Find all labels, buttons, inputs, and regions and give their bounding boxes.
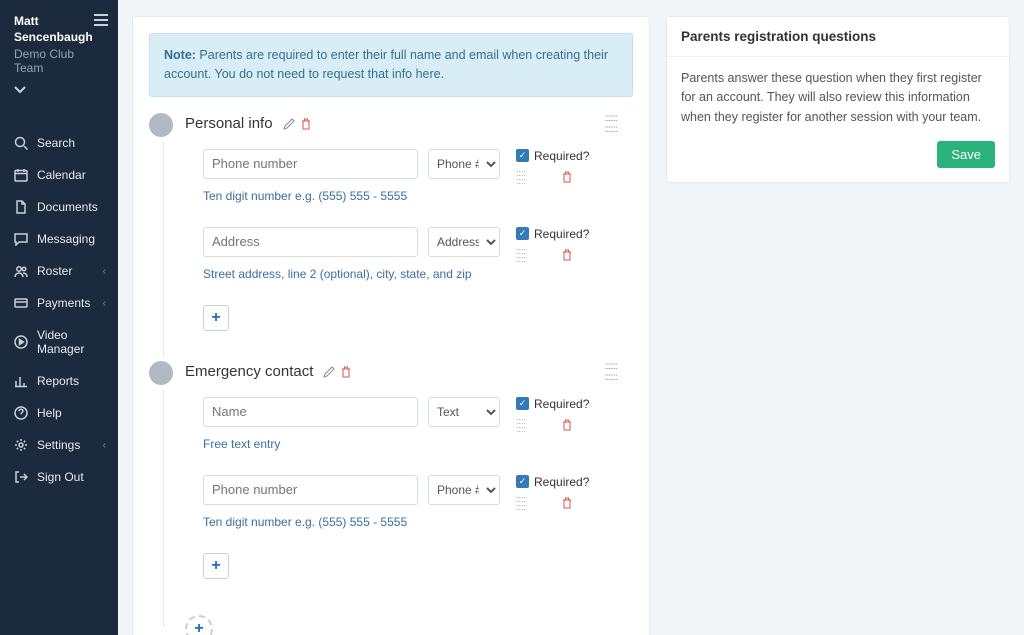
required-checkbox[interactable]: ✓ — [516, 227, 529, 240]
nav-payments[interactable]: Payments ‹ — [0, 287, 118, 319]
nav-help[interactable]: Help — [0, 397, 118, 429]
drag-field-icon[interactable]: :::::::: — [516, 495, 526, 511]
edit-section-icon[interactable] — [323, 366, 335, 378]
search-icon — [14, 136, 28, 150]
nav-video[interactable]: Video Manager — [0, 319, 118, 365]
sidebar-nav: Search Calendar Documents Messaging Rost… — [0, 127, 118, 493]
messaging-icon — [14, 232, 28, 246]
right-panel-card: Parents registration questions Parents a… — [666, 16, 1010, 183]
documents-icon — [14, 200, 28, 214]
nav-messaging[interactable]: Messaging — [0, 223, 118, 255]
field-help-text: Street address, line 2 (optional), city,… — [203, 267, 617, 281]
help-icon — [14, 406, 28, 420]
note-bold: Note: — [164, 48, 196, 62]
nav-reports[interactable]: Reports — [0, 365, 118, 397]
form-builder-card: Note: Parents are required to enter thei… — [132, 16, 650, 635]
reports-icon — [14, 374, 28, 388]
section-bullet-icon — [149, 113, 173, 137]
profile-name: Matt Sencenbaugh — [14, 14, 106, 45]
section-emergency-contact: Emergency contact :::::::::::::: — [185, 361, 617, 579]
calendar-icon — [14, 168, 28, 182]
field-label-input[interactable] — [203, 397, 418, 427]
nav-search[interactable]: Search — [0, 127, 118, 159]
delete-field-icon[interactable] — [562, 419, 572, 431]
main: Note: Parents are required to enter thei… — [118, 0, 1024, 635]
profile-team: Demo Club Team — [14, 47, 106, 75]
nav-documents[interactable]: Documents — [0, 191, 118, 223]
note-text: Parents are required to enter their full… — [164, 48, 608, 81]
drag-field-icon[interactable]: :::::::: — [516, 169, 526, 185]
save-button[interactable]: Save — [937, 141, 995, 168]
field-help-text: Ten digit number e.g. (555) 555 - 5555 — [203, 515, 617, 529]
field-block: Address ✓ Required? :::::::: — [203, 227, 617, 281]
chevron-left-icon: ‹ — [103, 440, 106, 451]
nav-roster[interactable]: Roster ‹ — [0, 255, 118, 287]
edit-section-icon[interactable] — [283, 118, 295, 130]
hamburger-icon[interactable] — [94, 14, 108, 26]
info-note: Note: Parents are required to enter thei… — [149, 33, 633, 97]
sidebar: Matt Sencenbaugh Demo Club Team Search C… — [0, 0, 118, 635]
field-label-input[interactable] — [203, 149, 418, 179]
delete-field-icon[interactable] — [562, 249, 572, 261]
required-label: Required? — [534, 397, 589, 411]
field-help-text: Free text entry — [203, 437, 617, 451]
required-label: Required? — [534, 227, 589, 241]
required-label: Required? — [534, 475, 589, 489]
required-label: Required? — [534, 149, 589, 163]
right-column: Parents registration questions Parents a… — [666, 16, 1010, 635]
field-block: Phone # ✓ Required? :::::::: — [203, 475, 617, 529]
add-section-button[interactable]: + — [185, 615, 213, 635]
drag-field-icon[interactable]: :::::::: — [516, 417, 526, 433]
drag-field-icon[interactable]: :::::::: — [516, 247, 526, 263]
section-title: Personal info — [185, 115, 273, 132]
settings-icon — [14, 438, 28, 452]
right-panel-title: Parents registration questions — [667, 17, 1009, 57]
field-type-select[interactable]: Phone # — [428, 149, 500, 179]
video-icon — [14, 335, 28, 349]
right-panel-body: Parents answer these question when they … — [667, 57, 1009, 141]
profile-block: Matt Sencenbaugh Demo Club Team — [0, 0, 118, 107]
roster-icon — [14, 264, 28, 278]
field-block: Phone # ✓ Required? :::::::: — [203, 149, 617, 203]
field-type-select[interactable]: Address — [428, 227, 500, 257]
required-checkbox[interactable]: ✓ — [516, 475, 529, 488]
drag-section-icon[interactable]: :::::::::::::: — [605, 361, 617, 383]
field-label-input[interactable] — [203, 475, 418, 505]
chevron-left-icon: ‹ — [103, 298, 106, 309]
drag-section-icon[interactable]: :::::::::::::: — [605, 113, 617, 135]
timeline: Personal info :::::::::::::: — [149, 113, 617, 635]
required-checkbox[interactable]: ✓ — [516, 397, 529, 410]
delete-field-icon[interactable] — [562, 171, 572, 183]
delete-field-icon[interactable] — [562, 497, 572, 509]
required-checkbox[interactable]: ✓ — [516, 149, 529, 162]
field-help-text: Ten digit number e.g. (555) 555 - 5555 — [203, 189, 617, 203]
add-field-button[interactable]: + — [203, 305, 229, 331]
section-title: Emergency contact — [185, 363, 313, 380]
profile-chevron-icon[interactable] — [14, 83, 26, 97]
delete-section-icon[interactable] — [341, 366, 351, 378]
field-label-input[interactable] — [203, 227, 418, 257]
field-block: Text ✓Required? :::::::: F — [203, 397, 617, 451]
payments-icon — [14, 296, 28, 310]
field-type-select[interactable]: Text — [428, 397, 500, 427]
section-personal-info: Personal info :::::::::::::: — [185, 113, 617, 331]
section-bullet-icon — [149, 361, 173, 385]
nav-settings[interactable]: Settings ‹ — [0, 429, 118, 461]
signout-icon — [14, 470, 28, 484]
nav-calendar[interactable]: Calendar — [0, 159, 118, 191]
field-type-select[interactable]: Phone # — [428, 475, 500, 505]
delete-section-icon[interactable] — [301, 118, 311, 130]
nav-signout[interactable]: Sign Out — [0, 461, 118, 493]
add-field-button[interactable]: + — [203, 553, 229, 579]
chevron-left-icon: ‹ — [103, 266, 106, 277]
